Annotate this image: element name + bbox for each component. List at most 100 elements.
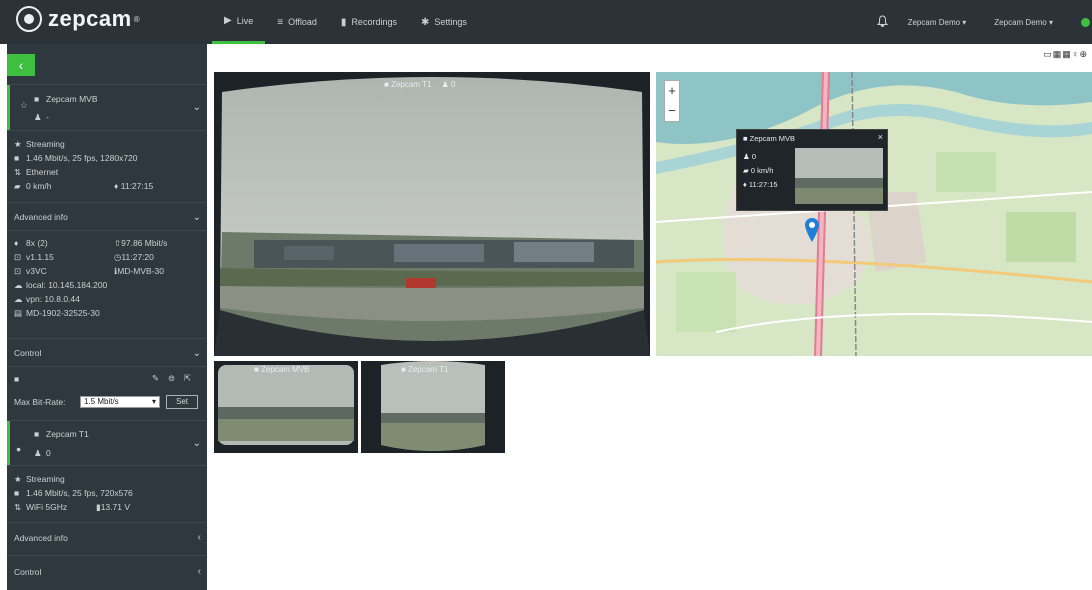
map-view[interactable] <box>656 72 1092 356</box>
device2-name-row[interactable]: ■ Zepcam T1 <box>34 429 89 439</box>
sidebar-divider <box>7 202 207 203</box>
map-marker-icon[interactable] <box>805 218 819 242</box>
thumbnail-feed[interactable]: ■ Zepcam MVB <box>214 361 358 453</box>
chevron-down-icon[interactable]: ⌄ <box>193 102 201 113</box>
thumbnail-name: Zepcam MVB <box>261 365 310 374</box>
control-title[interactable]: Control <box>14 348 41 358</box>
popup-video-thumbnail[interactable] <box>795 148 883 204</box>
bell-icon[interactable] <box>876 14 888 30</box>
device1-time: 11:27:15 <box>120 181 154 191</box>
camera-icon: ■ <box>34 94 40 104</box>
adv-device-id-row: ℹMD-MVB-30 <box>114 266 164 277</box>
edit-icon[interactable]: ✎ <box>152 373 159 384</box>
chevron-down-icon[interactable]: ⌄ <box>193 212 201 223</box>
user-icon: ♟ <box>441 80 452 89</box>
network-icon: ⇅ <box>14 167 22 177</box>
adv-local-ip: local: 10.145.184.200 <box>26 280 108 290</box>
device2-user: 0 <box>46 448 51 458</box>
lock-icon[interactable]: ⊜ <box>168 373 175 384</box>
device2-stream-row: ■ 1.46 Mbit/s, 25 fps, 720x576 <box>14 488 133 498</box>
nav-offload[interactable]: ≡ Offload <box>265 0 329 44</box>
collapse-sidebar-button[interactable]: ‹ <box>7 54 35 76</box>
adv-bitrate-row: ⇧97.86 Mbit/s <box>114 238 167 249</box>
device2-network-row: ⇅ WiFi 5GHz <box>14 502 67 513</box>
adv-serial-row: ▤ MD-1902-32525-30 <box>14 308 100 319</box>
stop-icon[interactable]: ■ <box>14 374 19 384</box>
device2-stream: 1.46 Mbit/s, 25 fps, 720x576 <box>26 488 133 498</box>
map-tiles <box>656 72 1092 356</box>
adv-serial: MD-1902-32525-30 <box>26 308 100 318</box>
sidebar-divider <box>7 465 207 466</box>
sidebar-divider <box>7 522 207 523</box>
nav-recordings[interactable]: ▮ Recordings <box>329 0 409 44</box>
adv-version-row: ⊡ v1.1.15 <box>14 252 54 263</box>
device-selected-indicator <box>7 85 10 130</box>
thumbnail-label: ■ Zepcam T1 <box>401 365 448 374</box>
device2-control-title[interactable]: Control <box>14 567 41 577</box>
zepcam-logo-icon <box>16 6 42 32</box>
device1-user: - <box>46 112 49 122</box>
camera-icon: ■ <box>401 365 409 374</box>
max-bitrate-select[interactable]: 1.5 Mbit/s ▾ <box>80 396 160 408</box>
popup-speed-row: ▰ 0 km/h <box>743 166 773 175</box>
chip-icon: ⊡ <box>14 266 22 276</box>
chevron-left-icon[interactable]: ‹ <box>198 532 201 543</box>
device2-network: WiFi 5GHz <box>26 502 68 512</box>
popup-time-row: ♦ 11:27:15 <box>743 180 778 189</box>
set-bitrate-button[interactable]: Set <box>166 395 198 409</box>
view-layout-toolbar[interactable]: ▭▦▦♀⊕ <box>1043 49 1088 60</box>
video-camera-icon: ■ <box>14 153 20 163</box>
device1-speed: 0 km/h <box>26 181 52 191</box>
sidebar-divider <box>7 230 207 231</box>
chevron-down-icon[interactable]: ⌄ <box>193 438 201 449</box>
pin-icon[interactable]: ☆ <box>20 100 28 111</box>
zoom-out-button[interactable]: − <box>665 101 679 121</box>
nav-settings[interactable]: ✱ Settings <box>409 0 479 44</box>
advanced-info-title[interactable]: Advanced info <box>14 212 68 222</box>
nav-offload-label: Offload <box>288 17 317 27</box>
sidebar-divider <box>7 366 207 367</box>
device1-network: Ethernet <box>26 167 59 177</box>
sidebar-divider <box>7 84 207 85</box>
main-video-feed[interactable]: ■ Zepcam T1 ♟ 0 <box>214 72 650 356</box>
thumbnail-feed[interactable]: ■ Zepcam T1 <box>361 361 505 453</box>
video-camera-icon: ■ <box>14 488 20 498</box>
online-status-icon <box>1081 17 1090 27</box>
user-menu[interactable]: Zepcam Demo ▾ <box>994 18 1053 27</box>
nav-live[interactable]: ▶ Live <box>212 0 266 44</box>
device1-time-row: ♦ 11:27:15 <box>114 181 153 191</box>
header-right: Zepcam Demo ▾ Zepcam Demo ▾ <box>876 0 1092 44</box>
zoom-in-button[interactable]: + <box>665 81 679 101</box>
device2-advanced-info-title[interactable]: Advanced info <box>14 533 68 543</box>
popup-time: 11:27:15 <box>748 180 778 189</box>
device-selected-indicator <box>7 421 10 465</box>
thumbnail-name: Zepcam T1 <box>408 365 449 374</box>
popup-close-button[interactable]: × <box>878 132 883 142</box>
map-device-popup[interactable]: ■ Zepcam MVB × ♟ 0 ▰ 0 km/h ♦ 11:27:15 <box>736 129 888 211</box>
device1-network-row: ⇅ Ethernet <box>14 167 58 178</box>
code-icon: ⊡ <box>14 252 22 262</box>
org-menu[interactable]: Zepcam Demo ▾ <box>908 18 967 27</box>
external-link-icon[interactable]: ⇱ <box>184 373 191 384</box>
location-dot-icon: ● <box>16 444 22 454</box>
zepcam-logo[interactable]: zepcam ® <box>16 6 140 32</box>
adv-vpn-ip: vpn: 10.8.0.44 <box>26 294 80 304</box>
adv-vpn-ip-row: ☁ vpn: 10.8.0.44 <box>14 294 80 305</box>
device2-battery: 13.71 V <box>100 502 130 512</box>
sidebar-divider <box>7 420 207 421</box>
device1-name-row[interactable]: ■ Zepcam MVB <box>34 94 98 104</box>
popup-users-row: ♟ 0 <box>743 152 756 161</box>
video-frame-image <box>214 72 650 356</box>
gear-icon: ✱ <box>420 16 430 28</box>
chevron-down-icon[interactable]: ⌄ <box>193 348 201 359</box>
adv-uptime-row: ◷11:27:20 <box>114 252 154 263</box>
main-video-label: ■ Zepcam T1 ♟ 0 <box>384 80 455 89</box>
device2-name: Zepcam T1 <box>46 429 89 439</box>
star-icon: ★ <box>14 474 22 484</box>
device1-user-row: ♟ - <box>34 112 49 123</box>
chevron-left-icon[interactable]: ‹ <box>198 566 201 577</box>
nav-recordings-label: Recordings <box>351 17 397 27</box>
device1-status: Streaming <box>26 139 65 149</box>
device2-status: Streaming <box>26 474 65 484</box>
popup-title-row: ■ Zepcam MVB <box>743 134 795 143</box>
